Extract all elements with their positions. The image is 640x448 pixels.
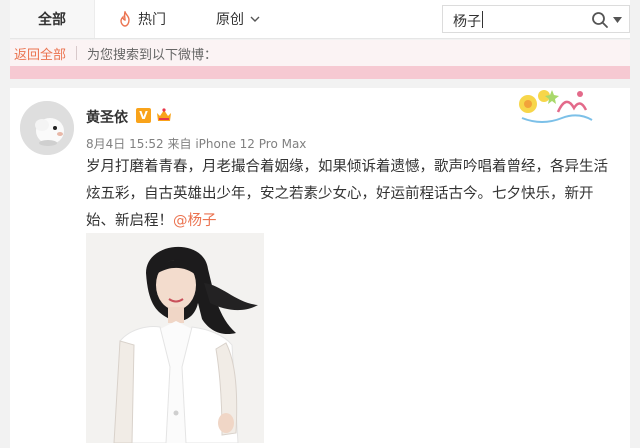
avatar[interactable]: [20, 101, 74, 155]
pink-band: [10, 66, 630, 79]
search-icon[interactable]: [591, 11, 609, 29]
top-nav: 全部 热门 原创 杨子: [10, 0, 630, 39]
search-box[interactable]: 杨子: [442, 5, 630, 33]
avatar-image: [20, 101, 74, 155]
fire-icon: [120, 11, 130, 27]
search-result-bar: 返回全部 为您搜索到以下微博：: [10, 40, 630, 66]
decorative-sticker-icon: [519, 90, 593, 123]
post-text: 岁月打磨着青春，月老撮合着姻缘，如果倾诉着遗憾，歌声吟唱着曾经，各异生活炫五彩，…: [86, 159, 608, 229]
verified-badge-icon: V: [136, 108, 151, 123]
tab-original[interactable]: 原创: [216, 0, 260, 38]
search-input[interactable]: 杨子: [453, 11, 481, 31]
result-summary: 为您搜索到以下微博：: [87, 47, 218, 63]
vip-crown-icon: [157, 108, 171, 121]
post-meta: 8月4日 15:52 来自 iPhone 12 Pro Max: [86, 135, 306, 152]
post-date[interactable]: 8月4日 15:52: [86, 137, 164, 151]
post-body: 岁月打磨着青春，月老撮合着姻缘，如果倾诉着遗憾，歌声吟唱着曾经，各异生活炫五彩，…: [86, 154, 620, 235]
caret-down-icon[interactable]: [613, 17, 622, 23]
tab-hot-label: 热门: [138, 12, 166, 28]
portrait-photo: [86, 233, 264, 443]
tab-all-label: 全部: [38, 12, 66, 28]
text-cursor: [482, 11, 483, 28]
post-source-prefix: 来自: [167, 137, 192, 151]
tab-original-label: 原创: [216, 12, 244, 28]
post-image[interactable]: [86, 233, 264, 443]
chevron-down-icon: [250, 16, 260, 22]
tab-all[interactable]: 全部: [10, 0, 95, 38]
back-to-all-link[interactable]: 返回全部: [14, 44, 66, 63]
divider: [76, 46, 78, 60]
post-device[interactable]: iPhone 12 Pro Max: [195, 137, 306, 151]
username[interactable]: 黄圣依: [86, 107, 128, 127]
mention-link[interactable]: @杨子: [173, 213, 217, 229]
post-card: 黄圣依 V 8月4日 15:52 来自 iPhone 12 Pro Max 岁月…: [10, 88, 630, 448]
tab-hot[interactable]: 热门: [118, 0, 166, 38]
